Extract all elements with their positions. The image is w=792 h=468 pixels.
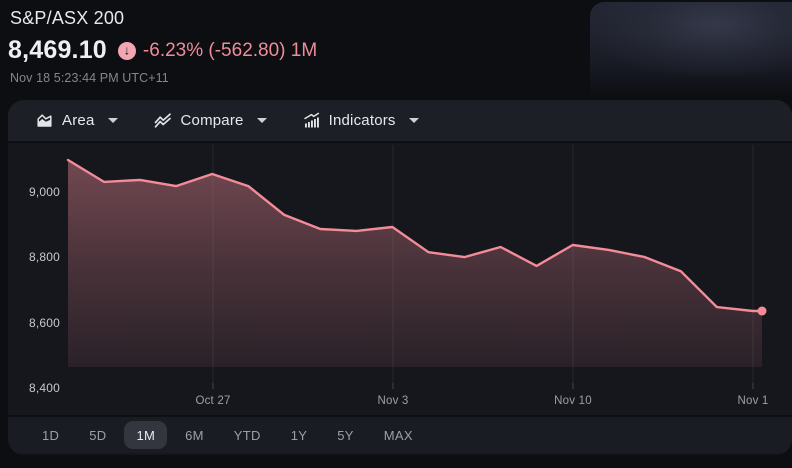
range-button-5y[interactable]: 5Y: [325, 421, 366, 449]
change-percent: -6.23%: [143, 40, 203, 61]
toolbar-item-label: Indicators: [329, 112, 396, 129]
quote-header: S&P/ASX 200 8,469.10 ↓ -6.23% (-562.80) …: [10, 8, 317, 85]
trend-down-badge: ↓: [118, 42, 136, 60]
chevron-down-icon: [108, 118, 118, 123]
range-button-6m[interactable]: 6M: [173, 421, 216, 449]
chevron-down-icon: [257, 118, 267, 123]
toolbar-item-indicators[interactable]: Indicators: [285, 100, 437, 141]
range-button-1y[interactable]: 1Y: [279, 421, 320, 449]
y-axis-tick-label: 8,800: [8, 250, 60, 264]
price-change: -6.23% (-562.80) 1M: [143, 40, 317, 62]
x-axis-tick-label: Nov 1: [737, 395, 768, 407]
last-price-dot: [758, 307, 767, 316]
symbol-title: S&P/ASX 200: [10, 8, 317, 29]
change-absolute: (-562.80): [208, 40, 285, 61]
compare-icon: [154, 112, 172, 129]
x-axis-tick-label: Nov 3: [377, 395, 408, 407]
indicators-icon: [303, 112, 320, 129]
range-button-1d[interactable]: 1D: [30, 421, 71, 449]
toolbar-item-label: Compare: [181, 112, 244, 129]
price-row: 8,469.10 ↓ -6.23% (-562.80) 1M: [8, 36, 317, 65]
y-axis-tick-label: 9,000: [8, 185, 60, 199]
chart-toolbar: Area Compare Indicators: [8, 100, 792, 143]
toolbar-item-area[interactable]: Area: [18, 100, 136, 141]
area-chart-canvas[interactable]: [8, 143, 792, 415]
chart-card: Area Compare Indicators 9,000 8,800 8,600 8,4…: [8, 100, 792, 455]
blurred-overlay: [590, 2, 792, 98]
arrow-down-icon: ↓: [124, 44, 131, 57]
range-selector: 1D5D1M6MYTD1Y5YMAX: [8, 415, 792, 453]
y-axis-tick-label: 8,400: [8, 381, 60, 395]
range-button-ytd[interactable]: YTD: [222, 421, 273, 449]
x-axis-tick-label: Oct 27: [195, 395, 230, 407]
area-chart-icon: [36, 112, 53, 129]
toolbar-item-compare[interactable]: Compare: [136, 100, 285, 141]
chevron-down-icon: [409, 118, 419, 123]
x-axis-tick-label: Nov 10: [554, 395, 592, 407]
price-chart[interactable]: 9,000 8,800 8,600 8,400 Oct 27 Nov 3 Nov 10 No…: [8, 143, 792, 415]
current-price: 8,469.10: [8, 36, 107, 65]
range-button-max[interactable]: MAX: [372, 421, 425, 449]
range-button-5d[interactable]: 5D: [77, 421, 118, 449]
range-button-1m[interactable]: 1M: [124, 421, 167, 449]
quote-timestamp: Nov 18 5:23:44 PM UTC+11: [10, 71, 317, 85]
y-axis-tick-label: 8,600: [8, 316, 60, 330]
change-range-label: 1M: [291, 40, 317, 61]
toolbar-item-label: Area: [62, 112, 95, 129]
